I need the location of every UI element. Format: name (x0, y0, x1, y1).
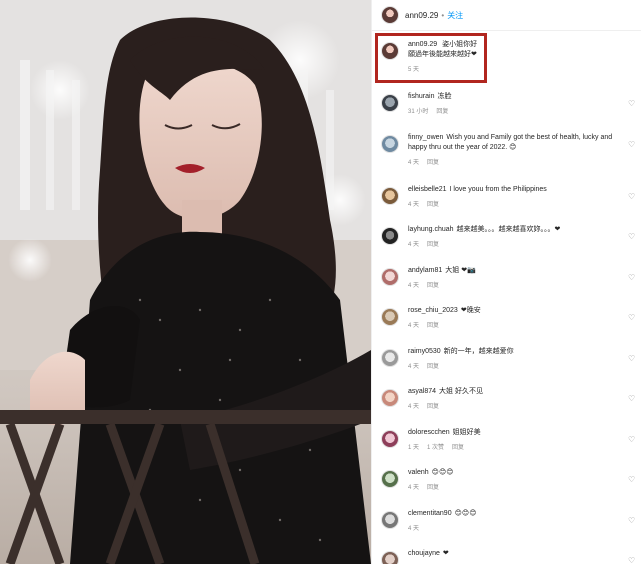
comments-panel: ann09.29 • 关注 ann09.29 姿小姐你好 願過年後能越來越好❤ … (371, 0, 641, 564)
reply-button[interactable]: 回复 (427, 283, 439, 289)
comment-text: 大姐 ❤📷 (445, 266, 476, 274)
heart-icon[interactable]: ♡ (628, 314, 636, 322)
reply-button[interactable]: 回复 (452, 445, 464, 451)
comment-time: 4 天 (408, 242, 420, 248)
author-avatar[interactable] (381, 6, 399, 24)
comment-text: 😊😊😊 (454, 509, 477, 517)
heart-icon[interactable]: ♡ (628, 557, 636, 564)
commenter-username[interactable]: asyal874 (408, 388, 436, 395)
commenter-avatar[interactable] (381, 470, 399, 488)
caption-time: 5 天 (408, 67, 420, 73)
heart-icon[interactable]: ♡ (628, 516, 636, 525)
comment-time: 4 天 (408, 404, 420, 410)
comment-item: valenh 😊😊😊 4 天 回复 ♡ (372, 468, 641, 509)
commenter-username[interactable]: elleisbelle21 (408, 186, 447, 193)
reply-button[interactable]: 回复 (427, 485, 439, 491)
commenter-avatar[interactable] (381, 227, 399, 245)
caption-text-line2: 願過年後能越來越好❤ (408, 51, 477, 58)
commenter-avatar[interactable] (381, 348, 399, 367)
caption-username[interactable]: ann09.29 (408, 41, 437, 48)
heart-icon[interactable]: ♡ (628, 273, 636, 282)
comment-time: 4 天 (408, 201, 420, 208)
commenter-username[interactable]: fishurain (408, 93, 434, 100)
reply-button[interactable]: 回复 (427, 404, 439, 410)
comment-item: choujayne❤ 4 天回复 ♡ (372, 549, 641, 564)
comment-text: ❤ (442, 550, 449, 557)
comment-time: 4 天 (408, 485, 420, 491)
commenter-username[interactable]: dolorescchen (408, 429, 450, 436)
comment-item: raimy0530 新的一年，越来越爱你 4 天 回复 ♡ (372, 347, 641, 388)
comment-time: 4 天 (408, 323, 420, 329)
comment-time: 4 天 (408, 363, 420, 370)
comment-time: 31 小时 (408, 109, 429, 115)
comment-time: 1 天 (408, 444, 420, 451)
comment-text: 😊😊😊 (431, 469, 454, 476)
commenter-avatar[interactable] (381, 267, 399, 286)
woman-photo-illustration (0, 0, 371, 564)
comment-time: 4 天 (408, 525, 420, 532)
commenter-avatar[interactable] (381, 186, 399, 205)
comment-item: rose_chiu_2023 ❤晚安 4 天 回复 ♡ (372, 306, 641, 347)
like-count[interactable]: 1 次赞 (427, 445, 444, 451)
follow-button[interactable]: 关注 (447, 10, 463, 21)
reply-button[interactable]: 回复 (427, 202, 439, 208)
commenter-username[interactable]: finny_owen (408, 134, 443, 141)
comment-text: I love youu from the Philippines (449, 185, 547, 193)
commenter-avatar[interactable] (381, 308, 399, 326)
commenter-username[interactable]: clementitan90 (408, 510, 452, 517)
commenter-username[interactable]: valenh (408, 469, 429, 476)
heart-icon[interactable]: ♡ (628, 395, 636, 403)
post-photo (0, 0, 371, 564)
caption-avatar[interactable] (381, 42, 399, 60)
commenter-avatar[interactable] (381, 134, 399, 153)
heart-icon[interactable]: ♡ (628, 435, 636, 444)
heart-icon[interactable]: ♡ (628, 354, 636, 363)
commenter-username[interactable]: andylam81 (408, 267, 442, 274)
comment-text: 冻脸 (437, 93, 452, 100)
comment-text: 姐姐好美 (452, 428, 481, 436)
comment-list: fishurain 冻脸 31 小时 回复 ♡ finny_owen Wish you… (372, 92, 641, 564)
commenter-avatar[interactable] (381, 94, 399, 112)
commenter-avatar[interactable] (381, 429, 399, 448)
comment-item: fishurain 冻脸 31 小时 回复 ♡ (372, 92, 641, 133)
comment-item: elleisbelle21 I love youu from the Philip… (372, 185, 641, 226)
comment-item: dolorescchen 姐姐好美 1 天 1 次赞 回复 ♡ (372, 428, 641, 469)
comment-time: 4 天 (408, 282, 420, 289)
reply-button[interactable]: 回复 (427, 364, 439, 370)
author-username[interactable]: ann09.29 (405, 11, 438, 20)
comment-item: clementitan90 😊😊😊 4 天 ♡ (372, 509, 641, 550)
heart-icon[interactable]: ♡ (628, 233, 636, 241)
reply-button[interactable]: 回复 (427, 323, 439, 329)
comment-time: 4 天 (408, 159, 420, 166)
comment-item: finny_owen Wish you and Family got the be… (372, 133, 641, 185)
heart-icon[interactable]: ♡ (628, 100, 636, 108)
commenter-username[interactable]: raimy0530 (408, 348, 441, 355)
comment-text: ❤晚安 (460, 307, 481, 314)
commenter-username[interactable]: layhung.chuah (408, 226, 454, 233)
comment-text: 新的一年，越来越爱你 (443, 347, 514, 355)
reply-button[interactable]: 回复 (427, 242, 439, 248)
reply-button[interactable]: 回复 (436, 109, 448, 115)
comment-item: asyal874 大姐 好久不见 4 天 回复 ♡ (372, 387, 641, 428)
caption-text-line1: 姿小姐你好 (442, 41, 478, 48)
heart-icon[interactable]: ♡ (628, 140, 636, 149)
post-header: ann09.29 • 关注 (372, 0, 641, 31)
post-caption: ann09.29 姿小姐你好 願過年後能越來越好❤ 5 天 (372, 40, 613, 90)
heart-icon[interactable]: ♡ (628, 476, 636, 484)
separator-dot: • (441, 10, 445, 20)
heart-icon[interactable]: ♡ (628, 192, 636, 201)
commenter-username[interactable]: choujayne (408, 550, 440, 557)
comment-text: 大姐 好久不见 (439, 388, 483, 395)
reply-button[interactable]: 回复 (427, 160, 439, 166)
comment-text: 越来越美。。。越来越喜欢妳。。。❤ (456, 226, 561, 233)
commenter-avatar[interactable] (381, 551, 399, 564)
commenter-username[interactable]: rose_chiu_2023 (408, 307, 458, 314)
commenter-avatar[interactable] (381, 389, 399, 407)
comment-item: andylam81 大姐 ❤📷 4 天 回复 ♡ (372, 266, 641, 307)
comment-item: layhung.chuah 越来越美。。。越来越喜欢妳。。。❤ 4 天 回复 ♡ (372, 225, 641, 266)
commenter-avatar[interactable] (381, 510, 399, 529)
